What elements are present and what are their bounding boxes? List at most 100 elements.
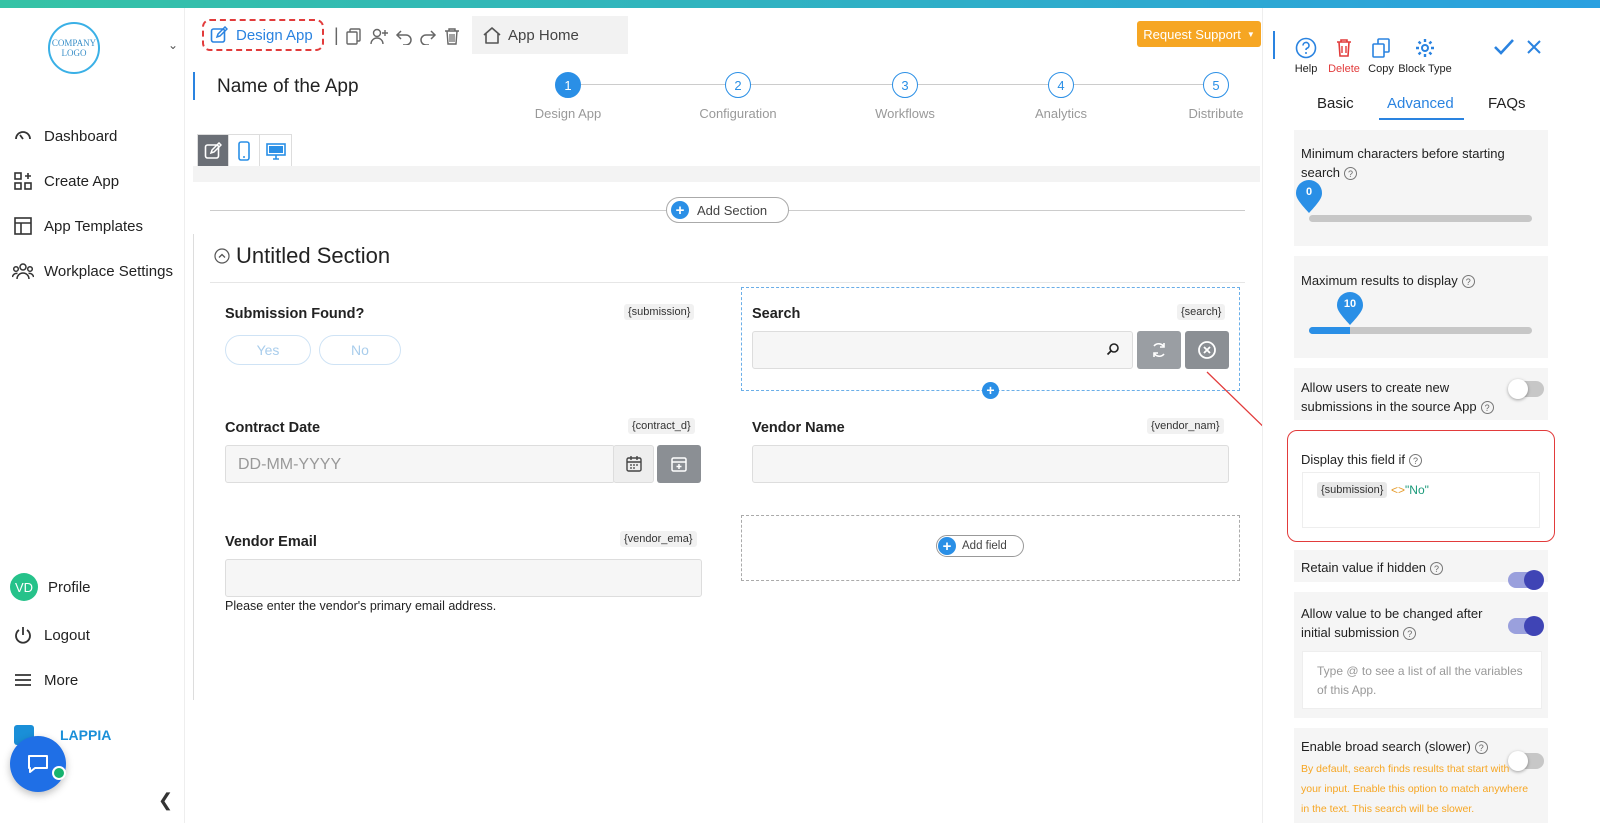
- delete-label: Delete: [1328, 63, 1360, 75]
- display-condition-input[interactable]: [1302, 472, 1540, 528]
- add-below-icon[interactable]: +: [982, 382, 999, 399]
- sidebar-item-more[interactable]: More: [12, 669, 78, 691]
- help-circle-icon[interactable]: ?: [1461, 275, 1475, 289]
- online-status-dot: [52, 766, 66, 780]
- toggle-knob: [1508, 379, 1528, 399]
- collapse-section-icon[interactable]: [214, 248, 230, 264]
- help-icon: [1295, 37, 1317, 59]
- add-section-button[interactable]: + Add Section: [666, 197, 789, 223]
- toolbar-divider: |: [334, 25, 339, 45]
- broad-search-label: Enable broad search (slower): [1301, 739, 1471, 754]
- contract-date-label: Contract Date: [225, 420, 321, 436]
- allow-create-toggle[interactable]: [1508, 379, 1544, 399]
- chevron-down-icon[interactable]: ⌄: [168, 38, 178, 52]
- sidebar-item-app-templates[interactable]: App Templates: [12, 215, 143, 237]
- allow-change-toggle[interactable]: [1508, 616, 1544, 636]
- mobile-icon: [238, 140, 250, 161]
- no-option[interactable]: No: [319, 335, 401, 365]
- max-results-label: Maximum results to display: [1301, 273, 1458, 288]
- step-distribute[interactable]: 5 Distribute: [1166, 72, 1266, 121]
- condition-variable-tag: {submission}: [1317, 482, 1388, 498]
- calendar-icon: [625, 456, 642, 472]
- step-design-app[interactable]: 1 Design App: [518, 72, 618, 121]
- delete-button[interactable]: Delete: [1326, 36, 1362, 75]
- help-circle-icon[interactable]: ?: [1344, 167, 1358, 181]
- clear-button[interactable]: [1185, 331, 1229, 369]
- step-analytics[interactable]: 4 Analytics: [1011, 72, 1111, 121]
- sidebar-item-logout[interactable]: Logout: [12, 624, 90, 646]
- vendor-name-input[interactable]: [752, 445, 1229, 483]
- sidebar-item-create-app[interactable]: Create App: [12, 170, 119, 192]
- layout-icon: [12, 215, 34, 237]
- refresh-button[interactable]: [1137, 331, 1181, 369]
- sidebar-item-profile[interactable]: VD Profile: [10, 573, 91, 601]
- sidebar-item-dashboard[interactable]: Dashboard: [12, 125, 117, 147]
- company-logo[interactable]: COMPANY LOGO: [48, 22, 100, 74]
- block-type-button[interactable]: Block Type: [1398, 36, 1452, 75]
- max-results-slider-handle[interactable]: 10: [1336, 292, 1364, 326]
- add-section-label: Add Section: [697, 202, 768, 218]
- design-app-label: Design App: [236, 26, 313, 44]
- sidebar-item-workplace-settings[interactable]: Workplace Settings: [12, 260, 173, 282]
- add-user-icon[interactable]: [369, 27, 389, 45]
- display-if-label: Display this field if: [1301, 452, 1406, 467]
- min-chars-slider[interactable]: [1309, 215, 1532, 222]
- allow-create-setting: Allow users to create new submissions in…: [1301, 378, 1506, 416]
- edit-mode-button[interactable]: [198, 135, 229, 166]
- mobile-view-button[interactable]: [229, 135, 260, 166]
- allow-change-setting: Allow value to be changed after initial …: [1301, 604, 1506, 642]
- gear-icon: [1416, 39, 1434, 57]
- copy-icon[interactable]: [345, 27, 363, 45]
- calendar-button[interactable]: [613, 445, 654, 483]
- tab-basic[interactable]: Basic: [1317, 95, 1354, 112]
- today-button[interactable]: [657, 445, 701, 483]
- request-support-button[interactable]: Request Support ▼: [1137, 21, 1261, 47]
- chat-icon: [28, 755, 48, 773]
- help-circle-icon[interactable]: ?: [1480, 401, 1494, 415]
- desktop-view-button[interactable]: [260, 135, 291, 166]
- section-divider: [210, 282, 1245, 283]
- variables-input[interactable]: Type @ to see a list of all the variable…: [1302, 651, 1542, 709]
- contract-date-input[interactable]: DD-MM-YYYY: [225, 445, 615, 483]
- step-workflows[interactable]: 3 Workflows: [855, 72, 955, 121]
- check-icon[interactable]: [1493, 38, 1515, 56]
- edit-icon: [204, 141, 222, 159]
- help-circle-icon[interactable]: ?: [1409, 454, 1423, 468]
- min-chars-setting: Minimum characters before starting searc…: [1301, 144, 1531, 182]
- vendor-name-label: Vendor Name: [752, 420, 845, 436]
- help-button[interactable]: Help: [1292, 36, 1320, 75]
- search-input[interactable]: [752, 331, 1133, 369]
- collapse-sidebar-icon[interactable]: ❮: [158, 790, 173, 811]
- app-name-title[interactable]: Name of the App: [217, 76, 359, 98]
- help-circle-icon[interactable]: ?: [1474, 741, 1488, 755]
- step-label: Design App: [534, 106, 602, 121]
- logo-text: COMPANY LOGO: [51, 38, 97, 58]
- tab-faqs[interactable]: FAQs: [1488, 95, 1526, 112]
- step-label: Distribute: [1188, 106, 1244, 121]
- section-title: Untitled Section: [236, 243, 391, 268]
- toggle-knob: [1524, 570, 1544, 590]
- redo-icon[interactable]: [419, 27, 437, 45]
- app-home-tab[interactable]: App Home: [472, 16, 628, 54]
- tab-advanced[interactable]: Advanced: [1387, 95, 1454, 112]
- chat-button[interactable]: [10, 736, 66, 792]
- block-type-label: Block Type: [1398, 63, 1452, 75]
- undo-icon[interactable]: [395, 27, 413, 45]
- step-configuration[interactable]: 2 Configuration: [688, 72, 788, 121]
- close-icon[interactable]: [1526, 39, 1542, 55]
- trash-icon[interactable]: [443, 27, 461, 45]
- yes-option[interactable]: Yes: [225, 335, 311, 365]
- copy-label: Copy: [1368, 63, 1394, 75]
- step-number: 3: [892, 72, 918, 98]
- add-field-button[interactable]: + Add field: [936, 535, 1024, 557]
- min-chars-slider-handle[interactable]: 0: [1295, 180, 1323, 214]
- design-app-tab[interactable]: Design App: [202, 19, 324, 51]
- section-header[interactable]: Untitled Section: [214, 243, 390, 269]
- help-circle-icon[interactable]: ?: [1430, 562, 1444, 576]
- add-field-label: Add field: [962, 540, 1007, 552]
- retain-toggle[interactable]: [1508, 570, 1544, 590]
- vendor-email-input[interactable]: [225, 559, 702, 597]
- copy-button[interactable]: Copy: [1366, 36, 1396, 75]
- help-circle-icon[interactable]: ?: [1403, 627, 1417, 641]
- condition-value: "No": [1405, 483, 1429, 497]
